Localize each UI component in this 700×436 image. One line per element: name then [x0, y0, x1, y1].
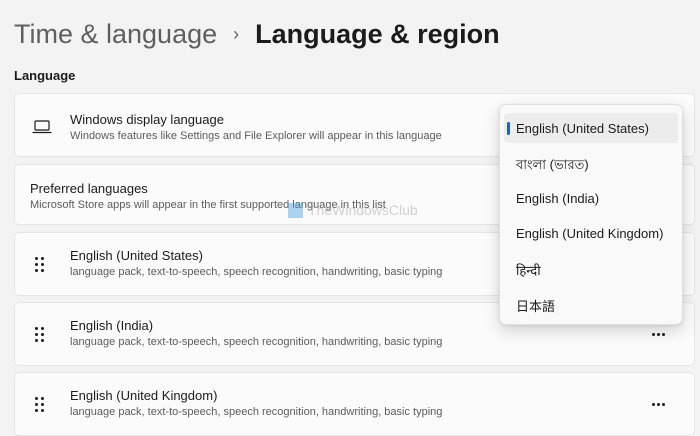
dropdown-option-japanese[interactable]: 日本語 — [504, 288, 678, 318]
chevron-right-icon: › — [233, 23, 240, 44]
breadcrumb-parent-link[interactable]: Time & language — [14, 19, 217, 50]
display-language-description: Windows features like Settings and File … — [70, 130, 442, 142]
dropdown-option-label: English (United States) — [516, 121, 649, 136]
drag-handle-icon[interactable] — [35, 257, 47, 273]
dropdown-option-bangla-india[interactable]: বাংলা (ভারত) — [504, 148, 678, 178]
drag-handle-icon[interactable] — [35, 327, 47, 343]
language-name: English (United States) — [70, 248, 203, 263]
dropdown-option-label: English (India) — [516, 191, 600, 206]
more-options-icon[interactable] — [652, 329, 668, 339]
language-name: English (United Kingdom) — [70, 388, 218, 403]
watermark: TheWindowsClub — [288, 202, 418, 218]
dropdown-option-hindi[interactable]: हिन्दी — [504, 253, 678, 283]
dropdown-option-english-united-states[interactable]: English (United States) — [504, 113, 678, 143]
preferred-languages-title: Preferred languages — [30, 181, 148, 196]
language-features: language pack, text-to-speech, speech re… — [70, 406, 443, 418]
dropdown-option-label: हिन्दी — [516, 263, 541, 278]
language-features: language pack, text-to-speech, speech re… — [70, 266, 443, 278]
display-language-title: Windows display language — [70, 112, 224, 127]
more-options-icon[interactable] — [652, 399, 668, 409]
breadcrumb: Time & language › Language & region — [14, 14, 500, 54]
display-language-dropdown[interactable]: English (United States) বাংলা (ভারত) Eng… — [499, 104, 683, 325]
dropdown-option-label: 日本語 — [516, 299, 556, 314]
drag-handle-icon[interactable] — [35, 397, 47, 413]
section-label-language: Language — [14, 68, 76, 83]
dropdown-option-label: English (United Kingdom) — [516, 226, 664, 241]
watermark-text: TheWindowsClub — [308, 202, 418, 218]
laptop-icon — [32, 120, 52, 134]
dropdown-option-label: বাংলা (ভারত) — [516, 157, 589, 172]
language-name: English (India) — [70, 318, 154, 333]
language-row-english-united-kingdom[interactable]: English (United Kingdom) language pack, … — [14, 372, 695, 436]
language-features: language pack, text-to-speech, speech re… — [70, 336, 443, 348]
watermark-logo-icon — [288, 202, 303, 218]
page-title: Language & region — [255, 18, 500, 49]
dropdown-option-english-india[interactable]: English (India) — [504, 183, 678, 213]
dropdown-option-english-united-kingdom[interactable]: English (United Kingdom) — [504, 218, 678, 248]
selected-indicator — [507, 122, 510, 135]
